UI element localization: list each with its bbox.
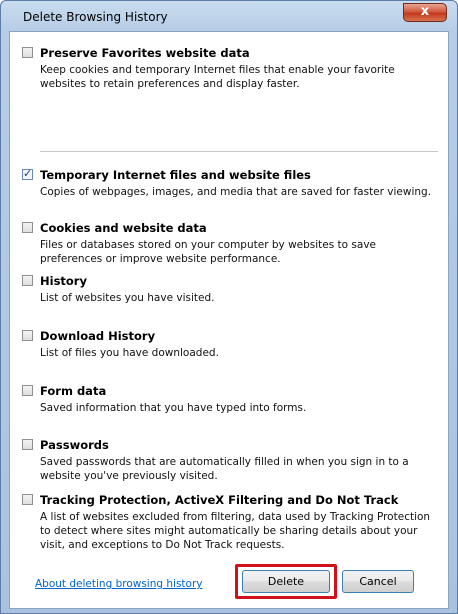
title-bar[interactable]: Delete Browsing History x — [1, 1, 457, 31]
dialog-content: Preserve Favorites website data Keep coo… — [9, 31, 449, 609]
option-label: Cookies and website data — [40, 221, 207, 235]
option-label: Preserve Favorites website data — [40, 46, 250, 60]
option-label: Tracking Protection, ActiveX Filtering a… — [40, 493, 399, 507]
checkbox-temporary-files[interactable] — [22, 167, 33, 180]
option-preserve-favorites[interactable]: Preserve Favorites website data Keep coo… — [22, 46, 440, 91]
option-description: List of websites you have visited. — [40, 292, 215, 304]
option-description: Files or databases stored on your comput… — [40, 239, 377, 265]
about-deleting-link[interactable]: About deleting browsing history — [35, 578, 203, 590]
option-description: Copies of webpages, images, and media th… — [40, 186, 432, 198]
checkbox-history[interactable] — [22, 275, 33, 286]
checkbox-passwords[interactable] — [22, 439, 33, 450]
option-download-history[interactable]: Download History List of files you have … — [22, 329, 440, 360]
option-description: Saved information that you have typed in… — [40, 402, 307, 414]
option-cookies[interactable]: Cookies and website data Files or databa… — [22, 221, 440, 266]
separator — [40, 151, 438, 152]
option-history[interactable]: History List of websites you have visite… — [22, 274, 440, 305]
option-tracking-protection[interactable]: Tracking Protection, ActiveX Filtering a… — [22, 493, 440, 552]
option-label: History — [40, 274, 87, 288]
cancel-button[interactable]: Cancel — [342, 570, 414, 593]
option-passwords[interactable]: Passwords Saved passwords that are autom… — [22, 438, 440, 483]
close-icon: x — [420, 4, 430, 19]
checkbox-cookies[interactable] — [22, 222, 33, 233]
option-description: Saved passwords that are automatically f… — [40, 456, 409, 482]
checkbox-tracking-protection[interactable] — [22, 494, 33, 505]
option-label: Download History — [40, 329, 156, 343]
option-label: Temporary Internet files and website fil… — [40, 168, 311, 182]
checkbox-download-history[interactable] — [22, 330, 33, 341]
option-label: Form data — [40, 384, 107, 398]
option-form-data[interactable]: Form data Saved information that you hav… — [22, 384, 440, 415]
checkbox-form-data[interactable] — [22, 385, 33, 396]
option-description: Keep cookies and temporary Internet file… — [40, 64, 395, 90]
option-label: Passwords — [40, 438, 109, 452]
option-temporary-files[interactable]: Temporary Internet files and website fil… — [22, 167, 440, 199]
dialog-window: Delete Browsing History x Preserve Favor… — [0, 0, 458, 614]
option-description: A list of websites excluded from filteri… — [40, 511, 431, 551]
close-button[interactable]: x — [403, 3, 447, 22]
delete-button[interactable]: Delete — [242, 570, 330, 593]
option-description: List of files you have downloaded. — [40, 347, 219, 359]
checkbox-preserve-favorites[interactable] — [22, 47, 33, 58]
window-title: Delete Browsing History — [23, 10, 168, 24]
